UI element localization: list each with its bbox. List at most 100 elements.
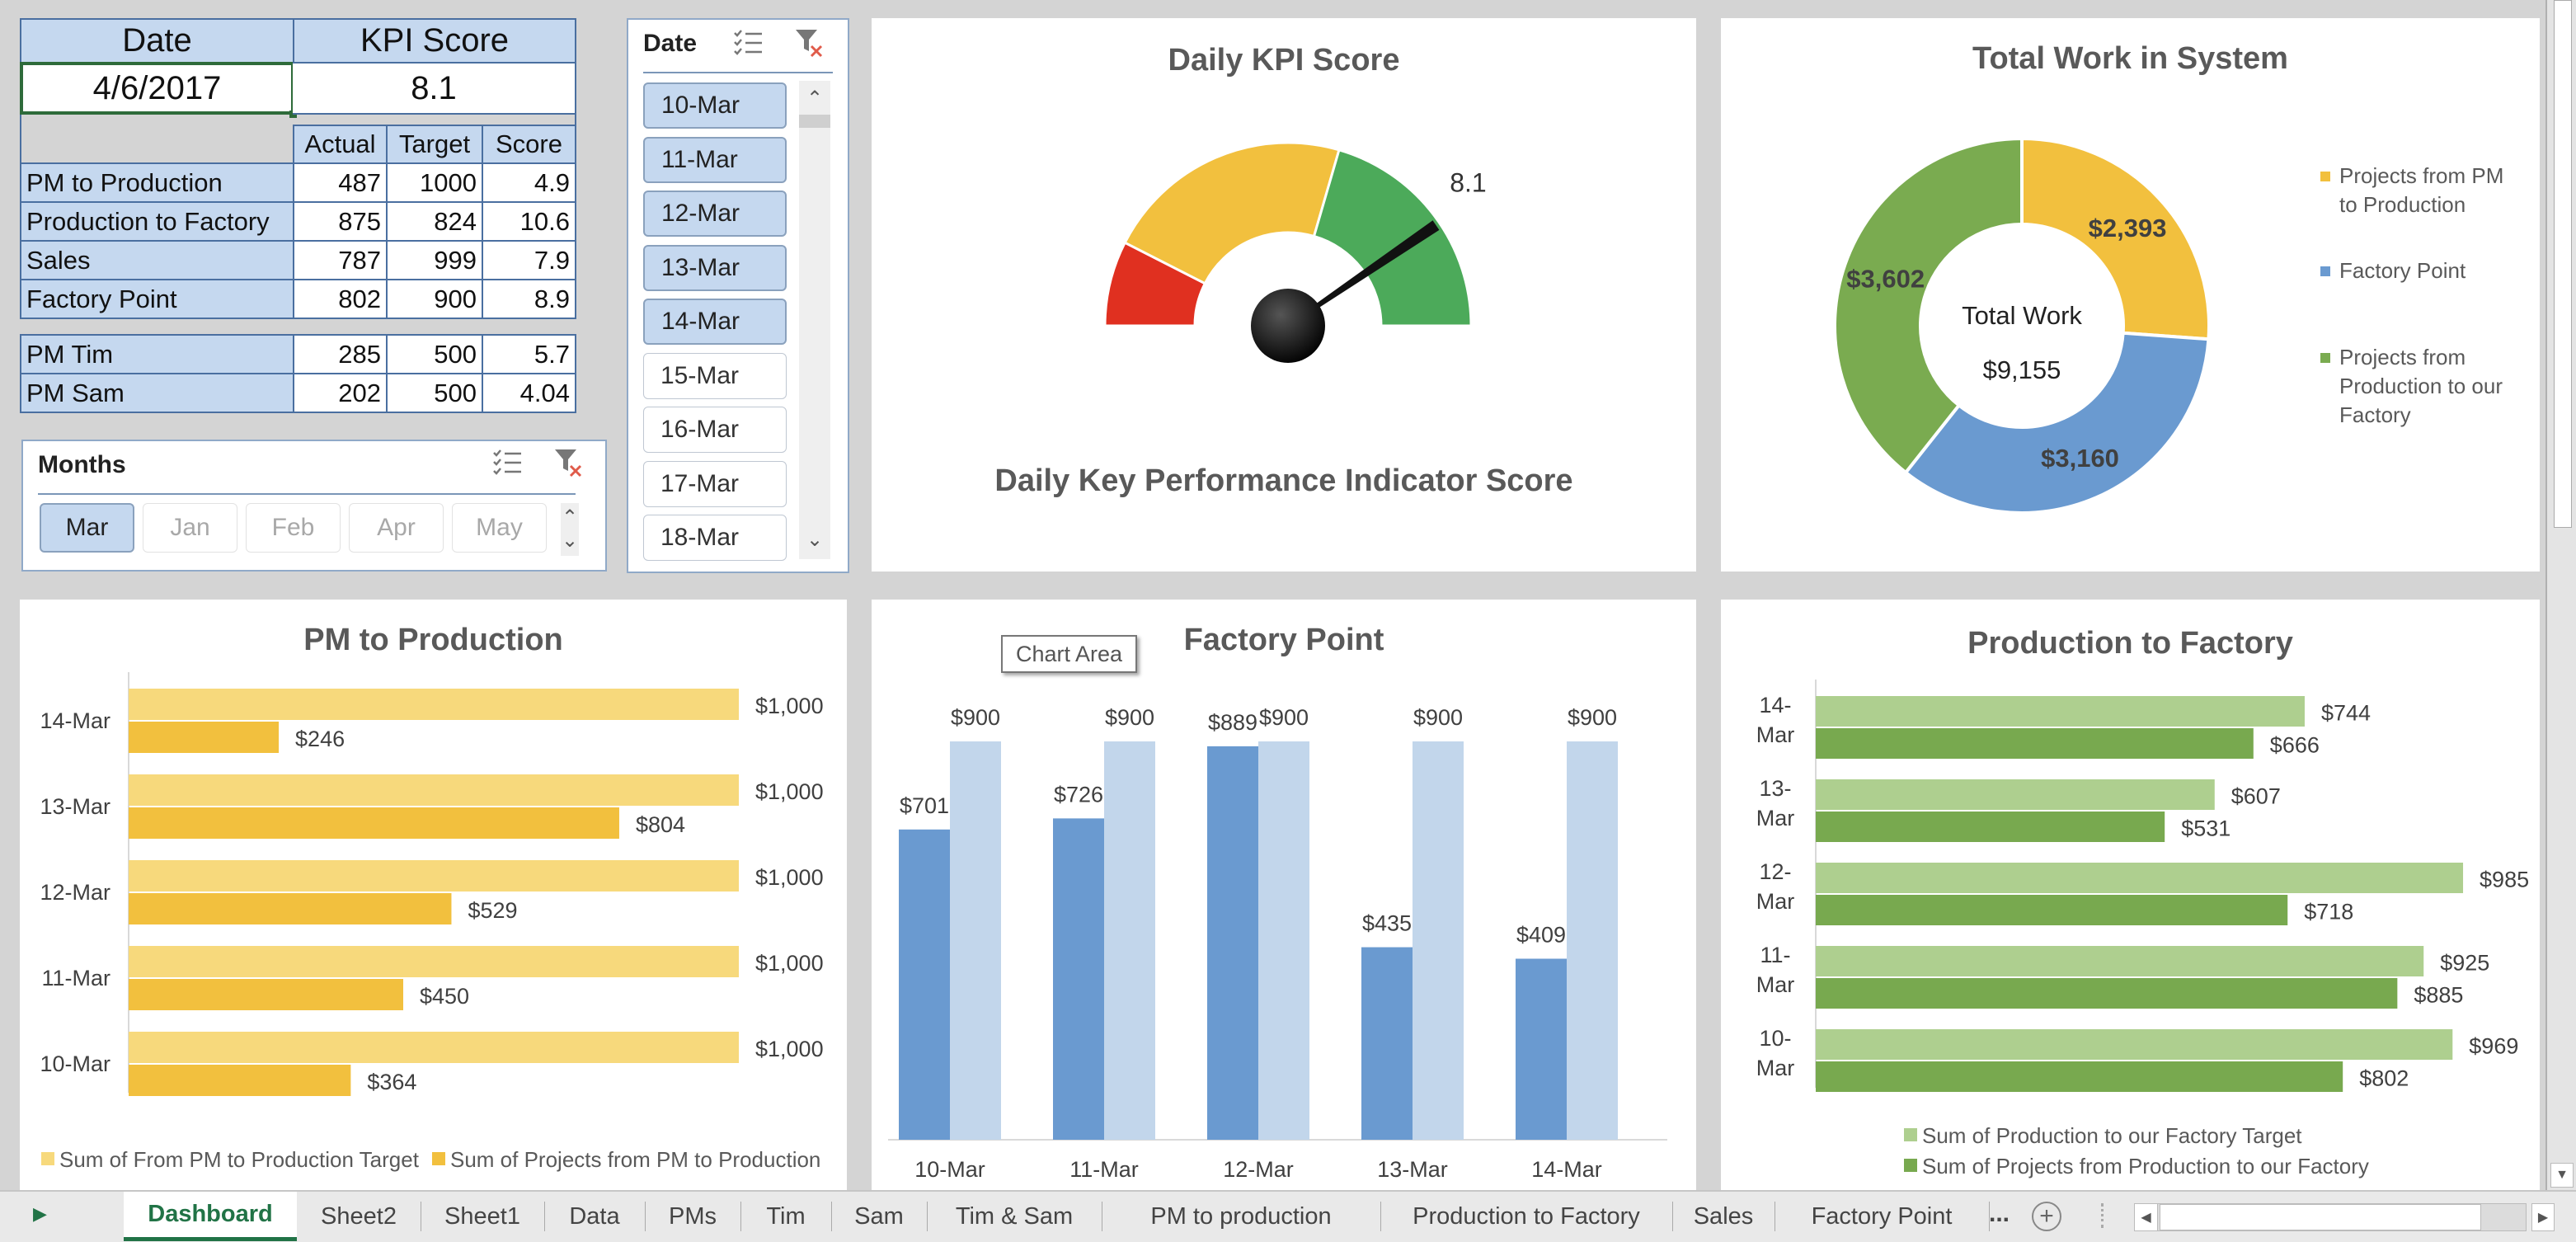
bar[interactable] <box>1816 895 2288 925</box>
date-slicer-item[interactable]: 15-Mar <box>643 352 787 399</box>
cell-actual[interactable]: 487 <box>293 162 388 203</box>
bar[interactable] <box>129 1065 351 1096</box>
month-slicer-item[interactable]: Mar <box>40 503 134 553</box>
date-slicer-scroll-thumb[interactable] <box>799 115 830 128</box>
bar[interactable] <box>1816 978 2398 1009</box>
row-label[interactable]: PM Tim <box>20 334 294 374</box>
scroll-down-arrow-icon[interactable]: ▼ <box>2550 1163 2574 1188</box>
bar[interactable] <box>129 893 452 924</box>
bar[interactable] <box>1207 746 1258 1140</box>
horizontal-scroll-thumb[interactable] <box>2160 1204 2481 1230</box>
month-slicer-item[interactable]: Jan <box>143 503 237 553</box>
date-slicer-scrollbar[interactable] <box>799 81 830 559</box>
cell-actual[interactable]: 802 <box>293 279 388 319</box>
bar[interactable] <box>1816 728 2254 759</box>
month-slicer-item[interactable]: Apr <box>349 503 444 553</box>
date-slicer-item[interactable]: 17-Mar <box>643 460 787 507</box>
multi-select-icon[interactable] <box>732 26 765 66</box>
date-slicer-item[interactable]: 10-Mar <box>643 82 787 129</box>
bar[interactable] <box>1516 958 1567 1140</box>
cell-score[interactable]: 10.6 <box>482 201 576 242</box>
row-label[interactable]: Factory Point <box>20 279 294 319</box>
bar[interactable] <box>1816 812 2165 842</box>
sheet-tab[interactable]: Tim & Sam <box>927 1192 1102 1241</box>
scroll-up-icon[interactable]: ⌃ <box>799 86 830 111</box>
cell-target[interactable]: 900 <box>386 279 483 319</box>
row-label[interactable]: Production to Factory <box>20 201 294 242</box>
bar[interactable] <box>129 979 403 1010</box>
sheet-tab[interactable]: Factory Point <box>1775 1192 1989 1241</box>
tab-split-handle[interactable] <box>2101 1203 2104 1228</box>
sheet-tab[interactable]: PMs <box>645 1192 740 1241</box>
sheet-tab[interactable]: Data <box>544 1192 645 1241</box>
cell-target[interactable]: 500 <box>386 334 483 374</box>
daily-kpi-gauge-chart[interactable]: Daily KPI Score 8.1 Daily Key Performanc… <box>872 18 1696 572</box>
total-work-donut-chart[interactable]: Total Work in System $2,393 $3,160 $3,602 T… <box>1721 18 2540 572</box>
cell-actual[interactable]: 875 <box>293 201 388 242</box>
cell-target[interactable]: 999 <box>386 240 483 280</box>
month-slicer-item[interactable]: May <box>452 503 547 553</box>
bar[interactable] <box>129 860 739 892</box>
tab-scroll-right-icon[interactable]: ▶ <box>33 1203 47 1225</box>
date-slicer-item[interactable]: 11-Mar <box>643 136 787 183</box>
vertical-scroll-thumb[interactable] <box>2554 0 2572 528</box>
date-slicer-item[interactable]: 14-Mar <box>643 299 787 345</box>
bar[interactable] <box>1816 779 2215 810</box>
bar[interactable] <box>129 722 280 753</box>
bar[interactable] <box>1816 1029 2453 1060</box>
bar[interactable] <box>1104 741 1155 1140</box>
pm-to-production-chart[interactable]: PM to Production $1,000 $246 14-Mar $1,000 $… <box>20 600 847 1190</box>
scroll-right-icon[interactable]: ▶ <box>2531 1203 2555 1231</box>
add-sheet-button[interactable]: + <box>2032 1202 2061 1231</box>
sheet-tab[interactable]: Sam <box>831 1192 927 1241</box>
bar[interactable] <box>1053 818 1104 1140</box>
bar[interactable] <box>1816 1061 2343 1092</box>
cell-actual[interactable]: 285 <box>293 334 388 374</box>
bar[interactable] <box>1567 741 1618 1140</box>
date-slicer-item[interactable]: 16-Mar <box>643 407 787 453</box>
scroll-up-icon[interactable]: ⌃ <box>561 506 579 529</box>
cell-score[interactable]: 8.9 <box>482 279 576 319</box>
cell-target[interactable]: 824 <box>386 201 483 242</box>
multi-select-icon[interactable] <box>491 446 524 486</box>
bar[interactable] <box>1816 946 2424 976</box>
vertical-scrollbar[interactable]: ▼ <box>2545 0 2576 1190</box>
bar[interactable] <box>950 741 1001 1140</box>
clear-filter-icon[interactable] <box>793 26 826 66</box>
bar[interactable] <box>1816 696 2305 727</box>
clear-filter-icon[interactable] <box>552 446 585 486</box>
bar[interactable] <box>129 689 739 720</box>
bar[interactable] <box>1258 741 1309 1140</box>
sheet-tab[interactable]: PM to production <box>1102 1192 1380 1241</box>
scroll-left-icon[interactable]: ◀ <box>2135 1204 2158 1230</box>
more-tabs-button[interactable]: ... <box>1989 1200 2010 1228</box>
cell-target[interactable]: 1000 <box>386 162 483 203</box>
row-label[interactable]: PM Sam <box>20 373 294 413</box>
bar[interactable] <box>129 1032 739 1063</box>
bar[interactable] <box>1816 863 2464 893</box>
sheet-tab[interactable]: Sales <box>1672 1192 1775 1241</box>
sheet-tab[interactable]: Tim <box>740 1192 831 1241</box>
sheet-tab[interactable]: Sheet2 <box>297 1192 421 1241</box>
sheet-tab[interactable]: Production to Factory <box>1380 1192 1672 1241</box>
bar[interactable] <box>129 807 619 839</box>
cell-actual[interactable]: 787 <box>293 240 388 280</box>
date-slicer-item[interactable]: 13-Mar <box>643 244 787 291</box>
bar[interactable] <box>129 946 739 977</box>
cell-target[interactable]: 500 <box>386 373 483 413</box>
sheet-tab[interactable]: Sheet1 <box>421 1192 544 1241</box>
factory-point-chart[interactable]: Factory Point $701 $900 10-Mar $726 $900 11-M… <box>872 600 1696 1190</box>
bar[interactable] <box>129 774 739 806</box>
row-label[interactable]: Sales <box>20 240 294 280</box>
bar[interactable] <box>899 829 950 1140</box>
cell-actual[interactable]: 202 <box>293 373 388 413</box>
scroll-down-icon[interactable]: ⌄ <box>561 529 579 552</box>
date-slicer-item[interactable]: 18-Mar <box>643 515 787 561</box>
cell-score[interactable]: 4.04 <box>482 373 576 413</box>
sheet-tab[interactable]: Dashboard <box>124 1192 297 1241</box>
cell-score[interactable]: 4.9 <box>482 162 576 203</box>
cell-score[interactable]: 7.9 <box>482 240 576 280</box>
cell-score[interactable]: 5.7 <box>482 334 576 374</box>
scroll-down-icon[interactable]: ⌄ <box>799 527 830 552</box>
month-slicer-item[interactable]: Feb <box>246 503 341 553</box>
